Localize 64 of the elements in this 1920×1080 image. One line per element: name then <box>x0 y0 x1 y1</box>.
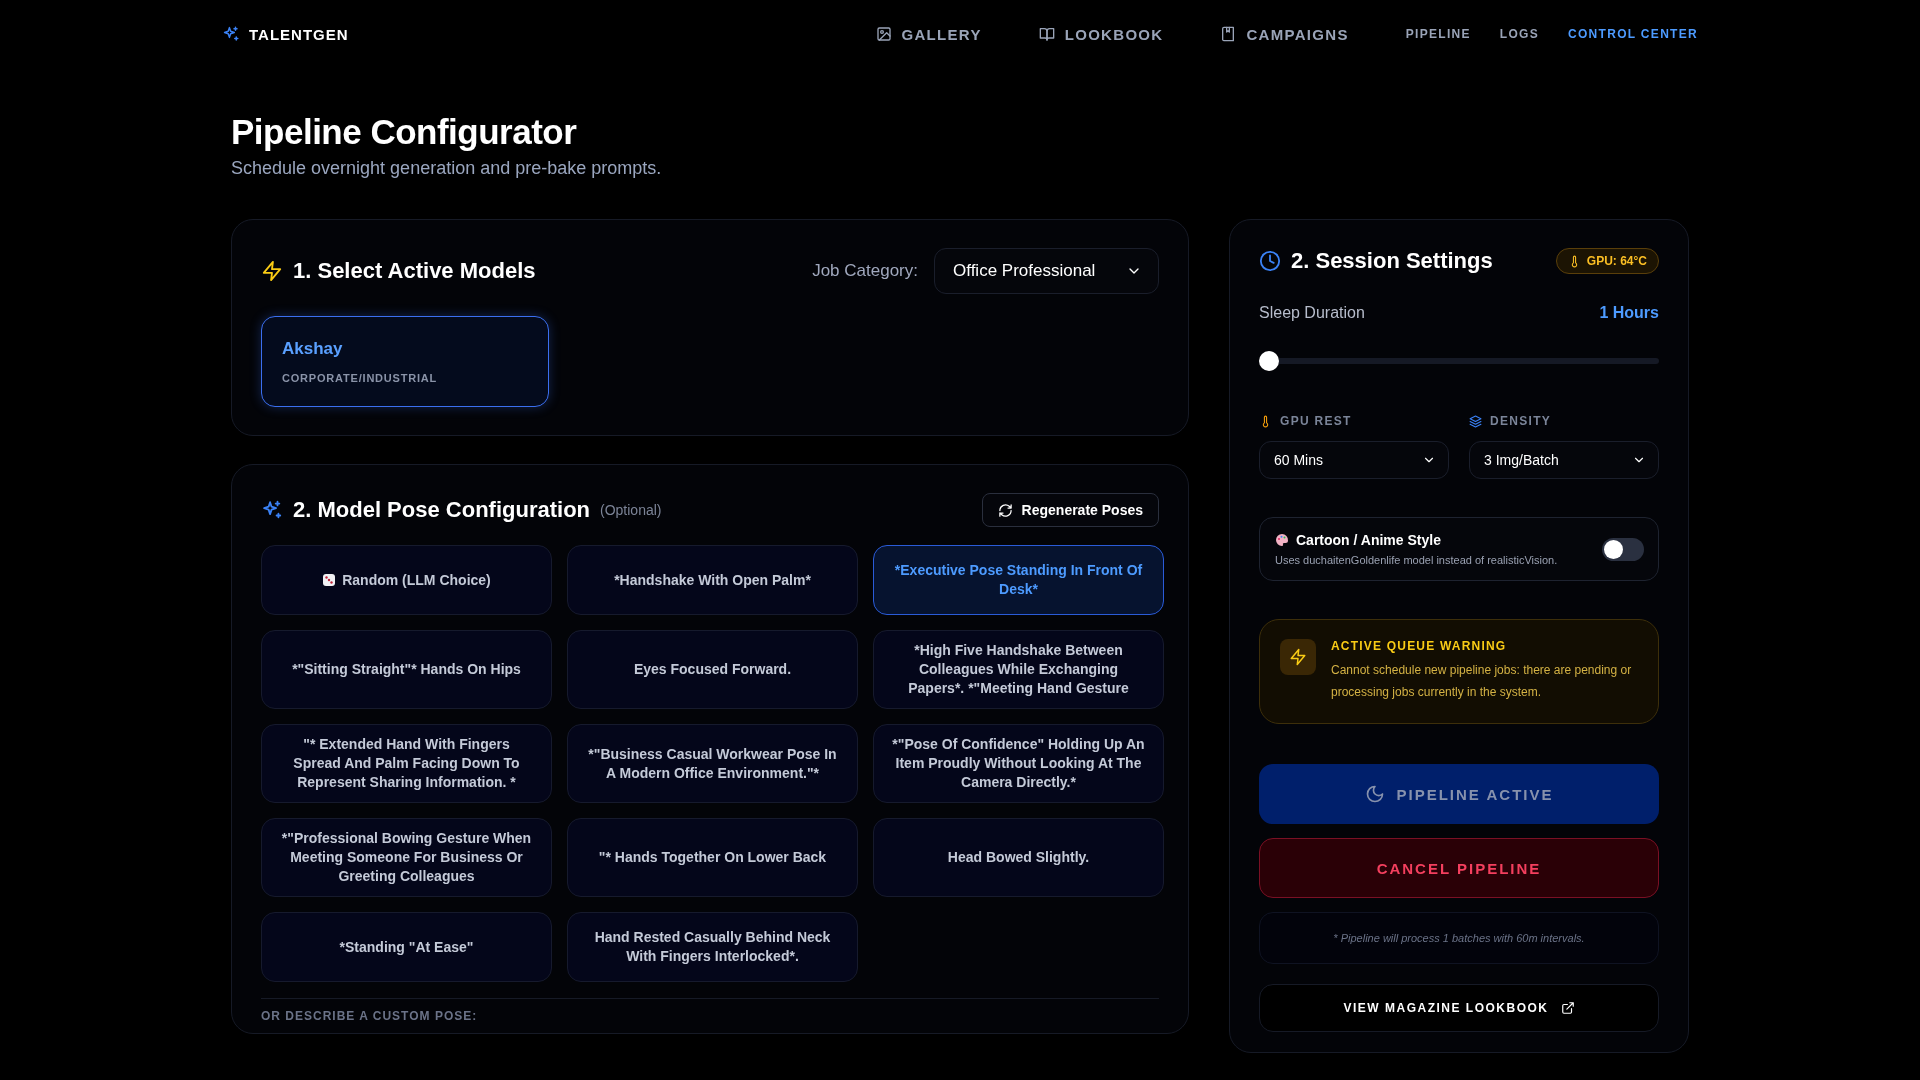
gpu-temperature-badge: GPU: 64°C <box>1555 248 1659 274</box>
section-title: 1. Select Active Models <box>293 258 536 284</box>
option-description: Uses duchaitenGoldenlife model instead of realisticVision. <box>1275 554 1558 566</box>
dropdown[interactable]: 60 Mins <box>1259 441 1449 479</box>
lightning-icon <box>261 260 283 282</box>
clock-icon <box>1259 250 1281 272</box>
refresh-icon <box>997 502 1013 518</box>
page-subtitle: Schedule overnight generation and pre-bake prompts. <box>231 158 663 179</box>
sparkle-icon <box>222 25 240 43</box>
model-category: CORPORATE/INDUSTRIAL <box>282 372 439 384</box>
model-card[interactable]: Akshay CORPORATE/INDUSTRIAL <box>261 316 549 407</box>
nav-link[interactable]: CONTROL CENTER <box>1568 27 1698 41</box>
pose-option[interactable]: *"Business Casual Workwear Pose In A Modern Office Environment."* <box>567 724 858 803</box>
nav-link[interactable]: LOGS <box>1499 27 1539 41</box>
external-link-icon <box>1560 1001 1575 1015</box>
pose-option[interactable]: Eyes Focused Forward. <box>567 630 858 709</box>
book-icon <box>1038 26 1055 42</box>
lookbook-button[interactable]: VIEW MAGAZINE LOOKBOOK <box>1259 984 1659 1032</box>
moon-icon <box>1364 784 1385 804</box>
slider-value: 1 Hours <box>1599 304 1659 322</box>
sparkle-icon <box>261 499 283 521</box>
palette-icon <box>1275 533 1289 547</box>
nav-link[interactable]: LOOKBOOK <box>1038 25 1164 43</box>
pose-option[interactable]: Random (LLM Choice) <box>261 545 552 615</box>
cancel-button[interactable]: CANCEL PIPELINE <box>1259 838 1659 898</box>
slider-label: Sleep Duration <box>1259 304 1365 322</box>
pose-option[interactable]: Hand Rested Casually Behind Neck With Fingers Interlocked*. <box>567 912 858 982</box>
page-title: Pipeline Configurator <box>231 112 578 152</box>
section-title: 2. Model Pose Configuration <box>293 497 590 523</box>
dropdown[interactable]: 3 Img/Batch <box>1469 441 1659 479</box>
pose-option[interactable]: *"Professional Bowing Gesture When Meeting Someone For Business Or Greeting Colleagues <box>261 818 552 897</box>
lightning-icon <box>1280 639 1316 675</box>
field-label: DENSITY <box>1490 414 1552 428</box>
nav-link[interactable]: CAMPAIGNS <box>1220 25 1349 43</box>
nav-link[interactable]: PIPELINE <box>1405 27 1471 41</box>
footnote: * Pipeline will process 1 batches with 60m intervals. <box>1333 932 1585 944</box>
dice-icon <box>322 573 337 587</box>
bookmark-book-icon <box>1220 26 1237 42</box>
nav-link[interactable]: GALLERY <box>875 25 982 43</box>
field-label: Job Category: <box>812 261 918 281</box>
field-label: GPU REST <box>1280 414 1352 428</box>
slider-thumb[interactable] <box>1259 351 1279 371</box>
warning-message: Cannot schedule new pipeline jobs: there are pending or processing jobs currently in the system. <box>1331 662 1633 701</box>
pose-option[interactable]: *Handshake With Open Palm* <box>567 545 858 615</box>
pose-option[interactable]: Head Bowed Slightly. <box>873 818 1164 897</box>
image-icon <box>875 26 892 42</box>
pose-option[interactable]: *High Five Handshake Between Colleagues While Exchanging Papers*. *"Meeting Hand Gesture <box>873 630 1164 709</box>
warning-title: ACTIVE QUEUE WARNING <box>1331 639 1508 653</box>
model-name: Akshay <box>282 339 344 359</box>
pose-option[interactable]: "* Hands Together On Lower Back <box>567 818 858 897</box>
optional-note: (Optional) <box>600 502 662 518</box>
category-dropdown[interactable]: Office Professional <box>934 248 1159 294</box>
regenerate-button[interactable]: Regenerate Poses <box>981 493 1159 527</box>
pose-option[interactable]: *"Sitting Straight"* Hands On Hips <box>261 630 552 709</box>
option-title: Cartoon / Anime Style <box>1296 532 1441 548</box>
pose-option[interactable]: *"Pose Of Confidence" Holding Up An Item Proudly Without Looking At The Camera Directly.* <box>873 724 1164 803</box>
section-label: OR DESCRIBE A CUSTOM POSE: <box>261 1009 479 1023</box>
brand-name: TALENTGEN <box>249 25 349 43</box>
layers-icon <box>1469 414 1482 428</box>
pose-option[interactable]: *Standing "At Ease" <box>261 912 552 982</box>
pose-option[interactable]: *Executive Pose Standing In Front Of Desk* <box>873 545 1164 615</box>
pose-option[interactable]: "* Extended Hand With Fingers Spread And Palm Facing Down To Represent Sharing Information. * <box>261 724 552 803</box>
toggle-switch[interactable] <box>1602 537 1644 561</box>
section-title: 2. Session Settings <box>1291 248 1493 274</box>
